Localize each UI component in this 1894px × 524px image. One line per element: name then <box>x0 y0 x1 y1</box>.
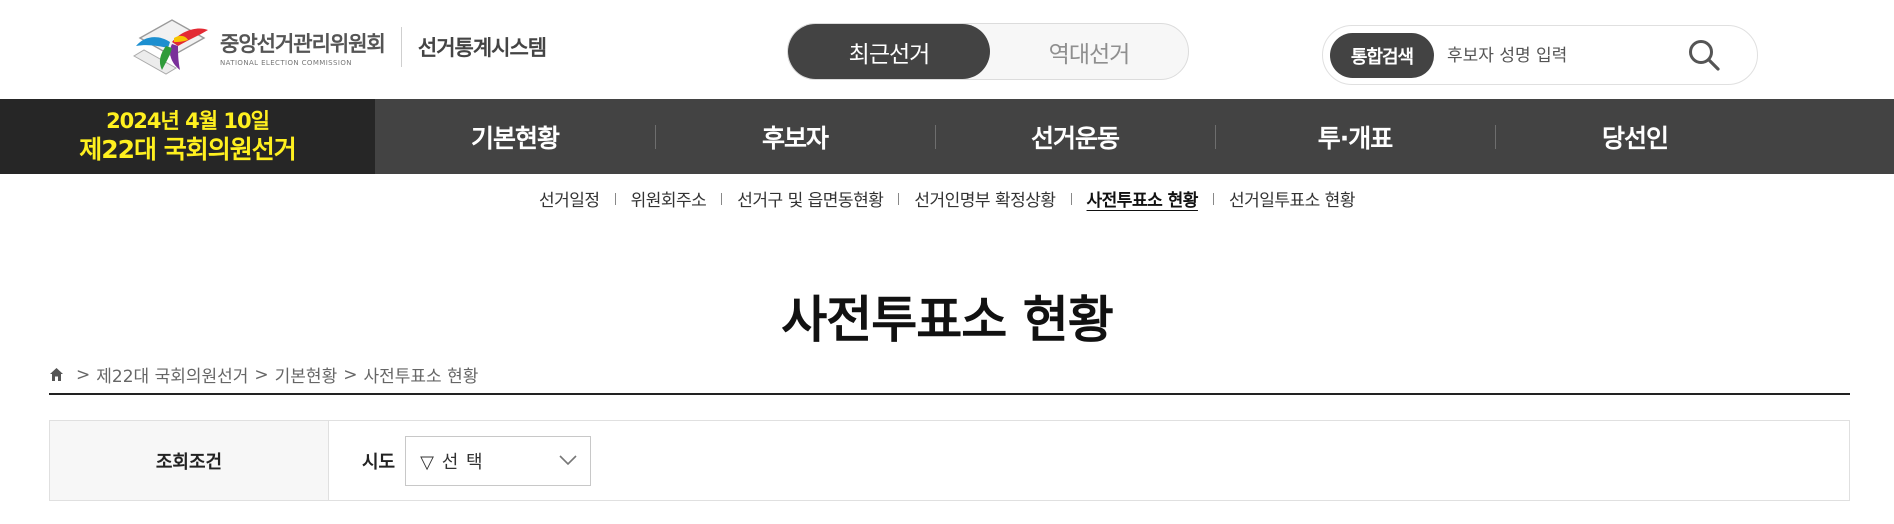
breadcrumb-basic-status[interactable]: 기본현황 <box>275 362 338 387</box>
org-name-en: NATIONAL ELECTION COMMISSION <box>220 58 352 67</box>
home-icon[interactable] <box>49 367 64 382</box>
subnav-item-committee-address[interactable]: 위원회주소 <box>616 186 722 211</box>
logo-divider <box>400 27 402 67</box>
search-box: 통합검색 <box>1322 25 1758 85</box>
subnav-item-early-polling[interactable]: 사전투표소 현황 <box>1072 186 1213 211</box>
subnav-item-voter-register[interactable]: 선거인명부 확정상황 <box>899 186 1070 211</box>
breadcrumb-election[interactable]: 제22대 국회의원선거 <box>96 362 248 387</box>
gnb-item-basic-status[interactable]: 기본현황 <box>375 99 655 174</box>
main-navigation: 2024년 4월 10일 제22대 국회의원선거 기본현황 후보자 선거운동 투… <box>0 99 1894 174</box>
sido-select[interactable]: ▽ 선 택 <box>405 435 592 486</box>
sub-navigation: 선거일정 위원회주소 선거구 및 읍면동현황 선거인명부 확정상황 사전투표소 … <box>0 186 1894 211</box>
query-body: 시도 ▽ 선 택 <box>329 421 592 500</box>
system-name: 선거통계시스템 <box>417 36 547 60</box>
search-input[interactable] <box>1447 40 1687 72</box>
gnb-item-campaign[interactable]: 선거운동 <box>935 99 1215 174</box>
gnb-item-candidates[interactable]: 후보자 <box>655 99 935 174</box>
breadcrumb-separator: > <box>254 364 269 385</box>
breadcrumb-separator: > <box>76 364 91 385</box>
breadcrumb-separator: > <box>343 364 358 385</box>
subnav-item-districts[interactable]: 선거구 및 읍면동현황 <box>722 186 898 211</box>
gnb-menu: 기본현황 후보자 선거운동 투·개표 당선인 <box>375 99 1775 174</box>
org-name: 중앙선거관리위원회 <box>220 31 386 56</box>
breadcrumb-divider <box>49 393 1850 395</box>
recent-election-button[interactable]: 최근선거 <box>788 24 990 79</box>
chevron-down-icon <box>559 454 577 465</box>
election-badge[interactable]: 2024년 4월 10일 제22대 국회의원선거 <box>0 99 375 174</box>
integrated-search-tab[interactable]: 통합검색 <box>1330 33 1434 78</box>
search-icon[interactable] <box>1687 38 1721 72</box>
election-type-toggle: 최근선거 역대선거 <box>787 23 1189 80</box>
past-election-button[interactable]: 역대선거 <box>988 24 1190 79</box>
gnb-item-voting-counting[interactable]: 투·개표 <box>1215 99 1495 174</box>
election-date: 2024년 4월 10일 <box>106 108 270 133</box>
subnav-item-schedule[interactable]: 선거일정 <box>524 186 615 211</box>
breadcrumb: > 제22대 국회의원선거 > 기본현황 > 사전투표소 현황 <box>49 362 478 387</box>
breadcrumb-current-page: 사전투표소 현황 <box>363 367 479 387</box>
query-condition-label: 조회조건 <box>50 421 329 500</box>
subnav-item-election-day-polling[interactable]: 선거일투표소 현황 <box>1214 186 1370 211</box>
election-title: 제22대 국회의원선거 <box>79 134 296 164</box>
gnb-item-elected[interactable]: 당선인 <box>1495 99 1775 174</box>
nec-emblem-icon <box>133 19 208 75</box>
query-panel: 조회조건 시도 ▽ 선 택 <box>49 420 1850 501</box>
site-header: 중앙선거관리위원회 NATIONAL ELECTION COMMISSION 선… <box>0 0 1894 99</box>
page-title: 사전투표소 현황 <box>781 291 1113 349</box>
sido-label: 시도 <box>362 451 396 473</box>
sido-select-value: ▽ 선 택 <box>420 451 484 473</box>
logo[interactable]: 중앙선거관리위원회 NATIONAL ELECTION COMMISSION 선… <box>128 16 547 78</box>
